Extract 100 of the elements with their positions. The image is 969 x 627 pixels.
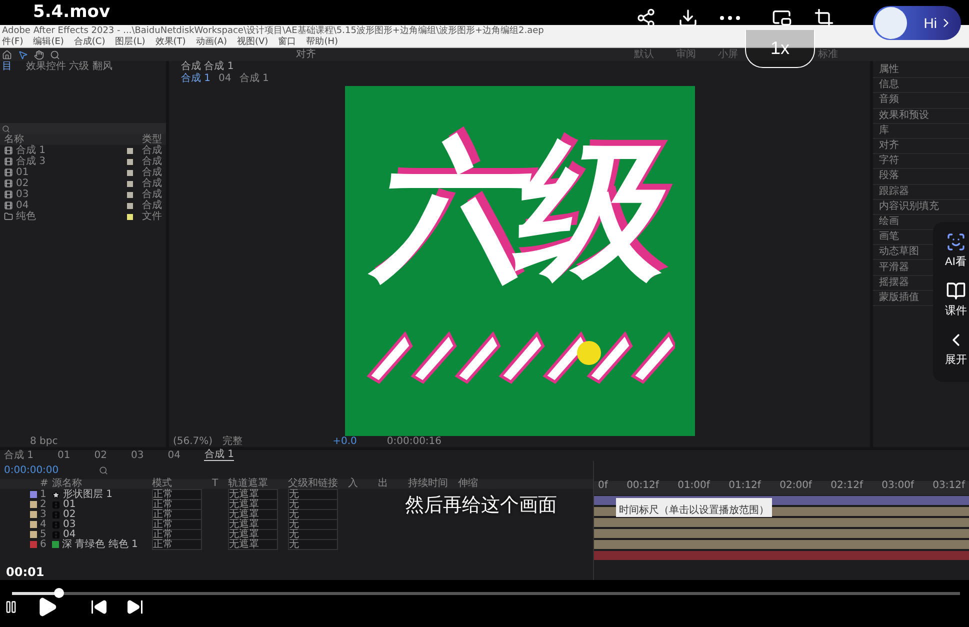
mode-dropdown[interactable]: 正常 [152,539,202,550]
column-header[interactable]: 持续时间 [408,479,458,489]
label-color[interactable] [30,531,37,538]
side-action-button[interactable]: AI看 [945,232,966,269]
panel-header[interactable]: 动态草图 [879,247,919,258]
bit-depth[interactable]: 8 bpc [30,437,58,447]
column-header[interactable]: 源名称 [52,479,152,489]
menu-item[interactable]: 合成(C) [74,35,106,48]
panel-header[interactable]: 信息 [879,80,899,90]
pointer-icon[interactable] [18,50,28,60]
project-item-name[interactable]: 合成 1 [16,146,46,156]
zoom-level[interactable]: (56.7%) [173,436,213,446]
breadcrumb[interactable]: 合成 1 [239,74,269,84]
progress-knob[interactable] [54,588,64,598]
panel-header[interactable]: 库 [879,126,889,136]
panel-header[interactable]: 段落 [879,171,899,182]
parent-dropdown[interactable]: 无 [288,519,338,530]
search-icon[interactable] [98,466,108,474]
breadcrumb[interactable]: 04 [218,74,232,84]
project-item-name[interactable]: 纯色 [16,212,36,222]
timeline-tab[interactable]: 01 [58,450,70,460]
project-item-name[interactable]: 01 [16,168,29,178]
track-matte-dropdown[interactable]: 无遮罩 [228,519,278,530]
timeline-tab[interactable]: 02 [94,450,108,460]
panel-header[interactable]: 跟踪器 [879,186,909,197]
panel-header[interactable]: 效果和预设 [879,110,929,121]
layer-name[interactable]: 02 [63,510,76,520]
breadcrumb[interactable]: 合成 1 [181,74,211,84]
workspace-tab[interactable]: 小屏 [718,50,738,60]
column-header[interactable]: 入 [348,479,378,489]
panel-header[interactable]: 内容识别填充 [879,202,939,212]
timeline-tab[interactable]: 合成 1 [204,450,234,461]
share-button[interactable] [636,8,656,28]
menu-item[interactable]: 效果(T) [155,35,186,48]
menu-item[interactable]: 编辑(E) [33,35,64,48]
viewer-tab[interactable]: 合成 合成 1 [181,62,234,72]
timeline-tab[interactable]: 03 [131,450,144,460]
crop-button[interactable] [814,8,834,28]
label-color[interactable] [30,501,37,508]
layer-name[interactable]: 形状图层 1 [63,490,113,500]
label-color[interactable] [30,511,37,518]
menu-item[interactable]: 窗口 [278,35,296,48]
column-header[interactable]: 名称 [4,134,24,144]
menu-item[interactable]: 图层(L) [115,35,146,48]
side-action-button[interactable]: 展开 [945,330,967,367]
track-matte-dropdown[interactable]: 无遮罩 [228,509,278,520]
panel-header[interactable]: 蒙版插值 [879,292,919,303]
timeline-tab[interactable]: 04 [168,450,180,460]
layer-name[interactable]: 深 青绿色 纯色 1 [62,540,138,550]
search-field[interactable] [0,123,166,134]
assistant-button[interactable]: Hi [873,6,961,40]
pause-button[interactable] [4,600,18,614]
mode-dropdown[interactable]: 正常 [152,499,202,510]
side-action-button[interactable]: 课件 [945,281,967,318]
layer-name[interactable]: 04 [63,530,76,540]
parent-dropdown[interactable]: 无 [288,509,338,520]
panel-header[interactable]: 字符 [879,156,899,166]
hand-icon[interactable] [34,50,44,60]
timeline-tab[interactable]: 合成 1 [4,450,34,460]
panel-header[interactable]: 平滑器 [879,262,909,273]
menu-item[interactable]: 帮助(H) [306,35,338,48]
panel-header[interactable]: 摇摆器 [879,278,909,288]
mode-dropdown[interactable]: 正常 [152,489,202,500]
zoom-icon[interactable] [50,50,60,60]
panel-tab[interactable]: 目 [2,62,12,72]
parent-dropdown[interactable]: 无 [288,539,338,550]
column-header[interactable]: # [40,479,52,489]
project-item-name[interactable]: 03 [16,190,29,200]
exposure-value[interactable]: +0.0 [332,436,357,446]
track-matte-dropdown[interactable]: 无遮罩 [228,529,278,540]
panel-header[interactable]: 画笔 [879,232,899,242]
layer-name[interactable]: 03 [63,520,76,530]
column-header[interactable]: 伸缩 [458,479,498,489]
home-icon[interactable] [2,50,12,60]
resolution-select[interactable]: 完整 [222,436,243,446]
timecode[interactable]: 0:00:00:00 [4,464,59,476]
label-color[interactable] [30,521,37,528]
workspace-tab[interactable]: 标准 [818,50,838,60]
project-item-name[interactable]: 02 [16,178,29,188]
label-color[interactable] [30,491,37,498]
mode-dropdown[interactable]: 正常 [152,519,202,530]
workspace-tab[interactable]: 默认 [634,50,654,60]
menu-item[interactable]: 件(F) [2,35,24,48]
track-matte-dropdown[interactable]: 无遮罩 [228,489,278,500]
panel-header[interactable]: 对齐 [879,141,899,152]
label-color[interactable] [30,541,37,548]
layer-name[interactable]: 01 [63,500,76,510]
menu-item[interactable]: 视图(V) [237,35,268,48]
download-button[interactable] [678,8,698,28]
column-header[interactable]: T [212,479,228,489]
column-header[interactable]: 类型 [142,134,162,144]
previous-button[interactable] [90,598,108,616]
next-button[interactable] [126,598,144,616]
parent-dropdown[interactable]: 无 [288,489,338,500]
mode-dropdown[interactable]: 正常 [152,529,202,540]
project-item-name[interactable]: 04 [16,200,29,210]
menu-item[interactable]: 动画(A) [196,35,227,48]
parent-dropdown[interactable]: 无 [288,499,338,510]
panel-tab[interactable]: 效果控件 六级 翻风 [26,62,112,72]
picture-in-picture-button[interactable] [772,8,792,28]
